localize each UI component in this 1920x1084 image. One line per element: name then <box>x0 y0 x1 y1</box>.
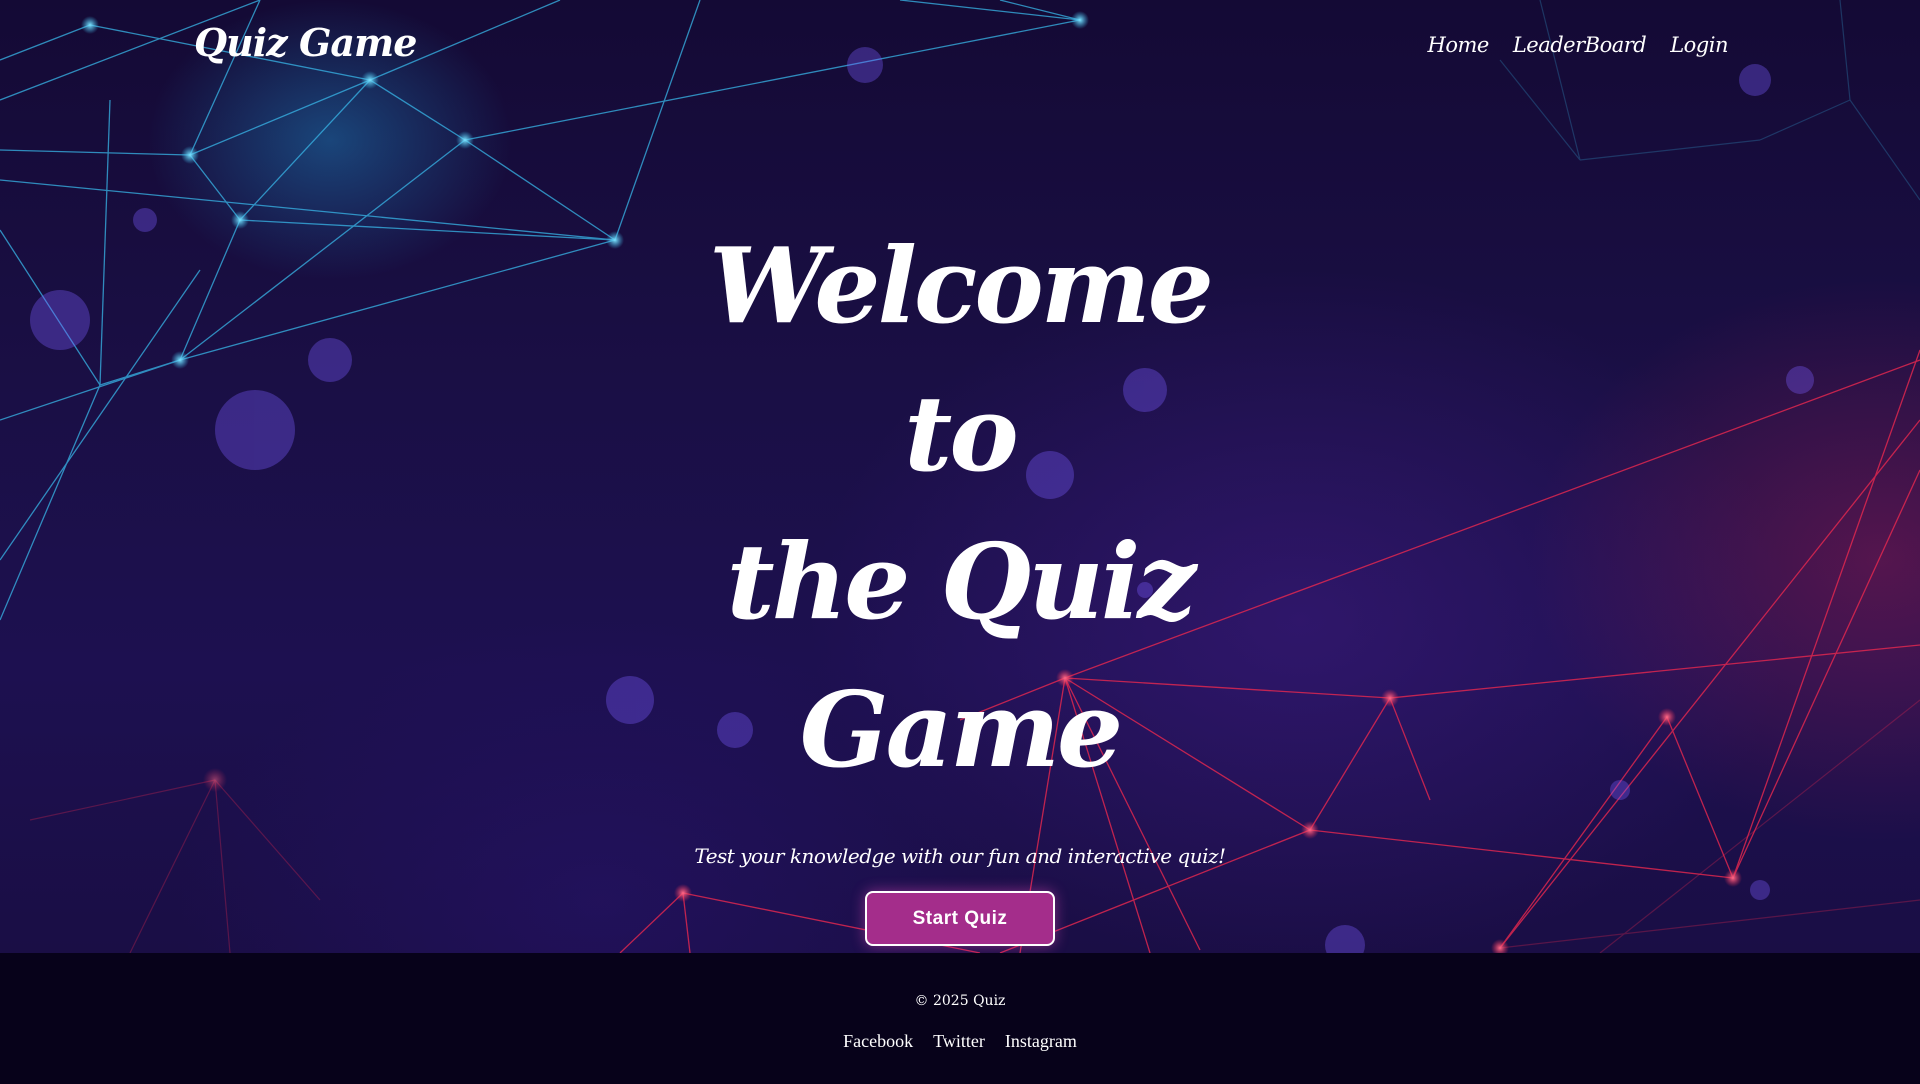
social-links: Facebook Twitter Instagram <box>0 1031 1920 1052</box>
social-link-twitter[interactable]: Twitter <box>933 1031 985 1052</box>
copyright-text: © 2025 Quiz <box>914 993 1006 1009</box>
hero-title-line: Game <box>799 668 1123 791</box>
hero-title-line: the Quiz <box>726 520 1197 643</box>
navbar: Quiz Game Home LeaderBoard Login <box>0 0 1920 100</box>
hero-section: Quiz Game Home LeaderBoard Login Welcome… <box>0 0 1920 953</box>
nav-link-home[interactable]: Home <box>1428 33 1490 57</box>
social-link-facebook[interactable]: Facebook <box>843 1031 913 1052</box>
nav-link-login[interactable]: Login <box>1670 33 1728 57</box>
nav-link-leaderboard[interactable]: LeaderBoard <box>1513 33 1647 57</box>
hero-title-line: Welcome to <box>709 224 1214 495</box>
footer: © 2025 Quiz Facebook Twitter Instagram <box>0 953 1920 1084</box>
social-link-instagram[interactable]: Instagram <box>1005 1031 1077 1052</box>
nav-links: Home LeaderBoard Login <box>1428 33 1729 57</box>
hero-title: Welcome to the Quiz Game <box>660 212 1260 804</box>
start-quiz-button[interactable]: Start Quiz <box>865 891 1055 946</box>
brand-logo[interactable]: Quiz Game <box>194 20 417 65</box>
hero-content: Welcome to the Quiz Game Test your knowl… <box>660 212 1260 946</box>
hero-subtitle: Test your knowledge with our fun and int… <box>694 844 1226 868</box>
page: Quiz Game Home LeaderBoard Login Welcome… <box>0 0 1920 1084</box>
